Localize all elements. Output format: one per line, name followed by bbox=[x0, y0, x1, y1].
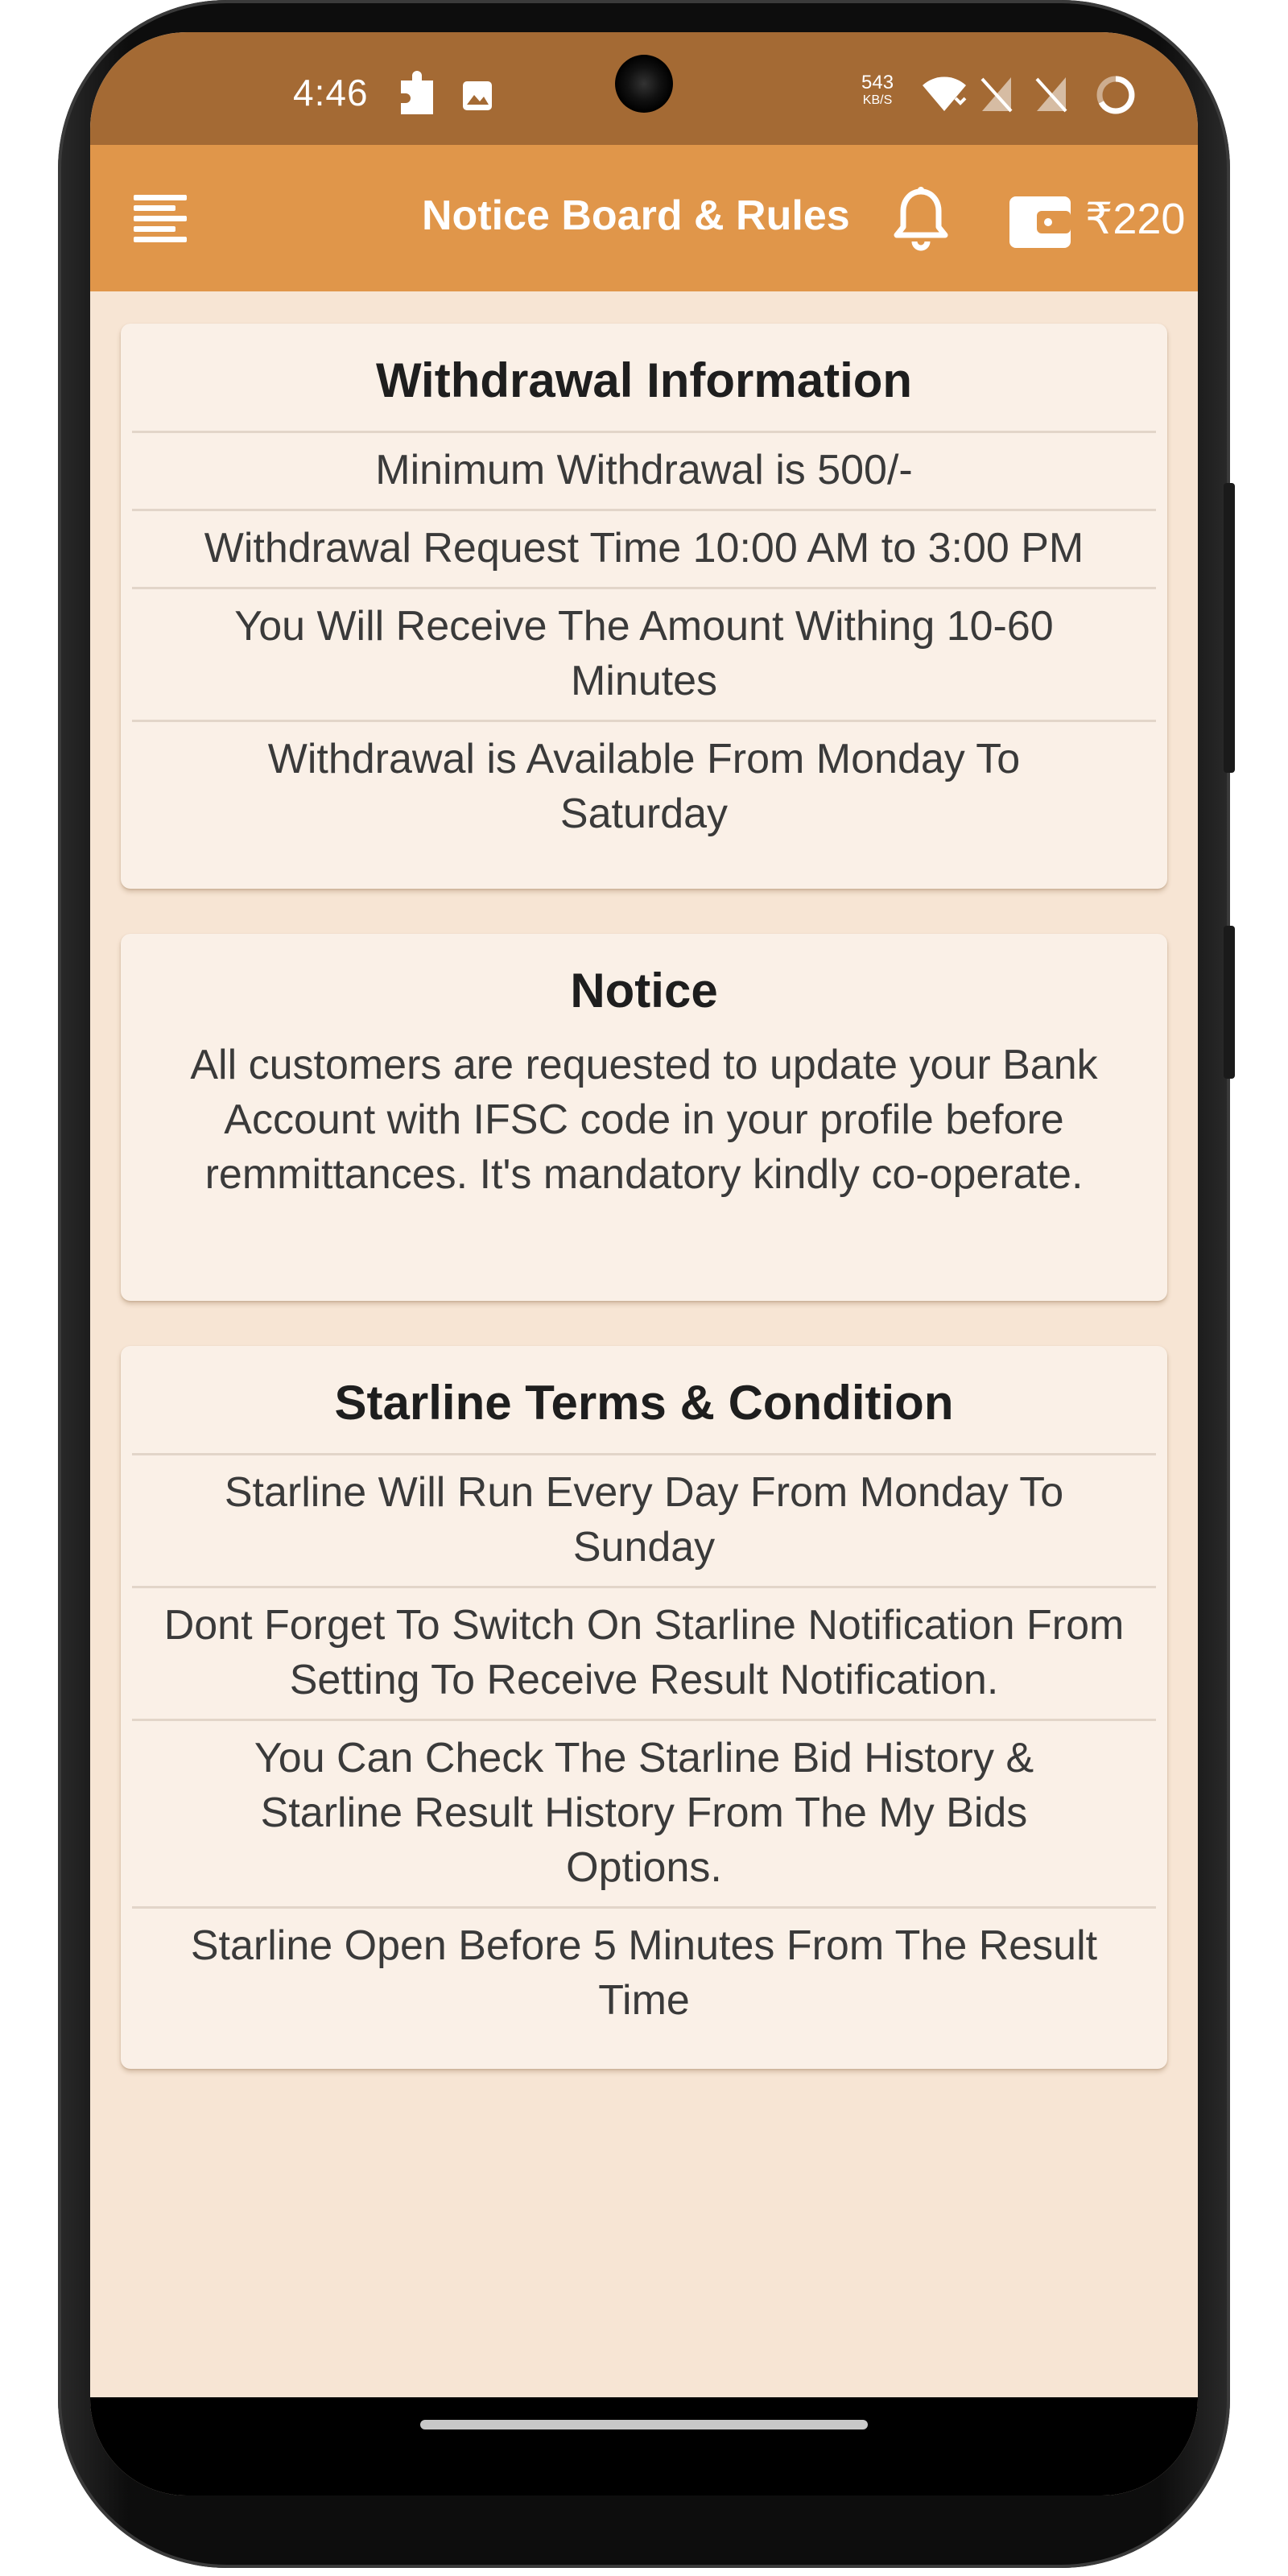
notice-body: All customers are requested to update yo… bbox=[190, 1042, 1098, 1198]
withdrawal-info-title: Withdrawal Information bbox=[375, 353, 913, 407]
menu-icon[interactable] bbox=[134, 195, 187, 245]
wallet-icon bbox=[1009, 196, 1071, 248]
withdrawal-rule: Minimum Withdrawal is 500/- bbox=[132, 431, 1156, 509]
net-speed-value: 543 bbox=[861, 72, 894, 93]
bell-icon[interactable] bbox=[889, 185, 953, 253]
withdrawal-rule: You Will Receive The Amount Withing 10-6… bbox=[132, 587, 1156, 720]
no-sim-icon bbox=[1035, 77, 1067, 113]
page-title: Notice Board & Rules bbox=[422, 192, 850, 239]
app-bar: Notice Board & Rules ₹220 bbox=[90, 145, 1198, 291]
image-icon bbox=[463, 81, 492, 110]
puzzle-icon bbox=[401, 71, 433, 114]
net-speed-unit: KB/S bbox=[862, 93, 893, 107]
starline-terms-card: Starline Terms & Condition Starline Will… bbox=[121, 1346, 1167, 2069]
withdrawal-rule: Withdrawal is Available From Monday To S… bbox=[132, 720, 1156, 852]
starline-rule: You Can Check The Starline Bid History &… bbox=[132, 1719, 1156, 1906]
phone-screen: 4:46 543 KB/S Notice Board & Rules ₹220 … bbox=[90, 32, 1198, 2496]
notice-title: Notice bbox=[570, 964, 718, 1018]
starline-rule: Starline Will Run Every Day From Monday … bbox=[132, 1453, 1156, 1586]
volume-button bbox=[1224, 483, 1235, 773]
status-bar: 4:46 543 KB/S bbox=[90, 32, 1198, 145]
status-time: 4:46 bbox=[293, 72, 369, 114]
withdrawal-info-card: Withdrawal Information Minimum Withdrawa… bbox=[121, 324, 1167, 889]
power-button bbox=[1224, 926, 1235, 1079]
wifi-icon bbox=[923, 76, 967, 111]
starline-rule: Starline Open Before 5 Minutes From The … bbox=[132, 1906, 1156, 2039]
withdrawal-rule: Withdrawal Request Time 10:00 AM to 3:00… bbox=[132, 509, 1156, 587]
front-camera bbox=[615, 55, 673, 113]
net-speed: 543 KB/S bbox=[861, 72, 894, 109]
notice-card: Notice All customers are requested to up… bbox=[121, 934, 1167, 1301]
no-sim-icon bbox=[980, 77, 1013, 113]
starline-rule: Dont Forget To Switch On Starline Notifi… bbox=[132, 1586, 1156, 1719]
battery-ring-icon bbox=[1096, 76, 1135, 114]
home-gesture-handle[interactable] bbox=[420, 2420, 868, 2429]
starline-terms-title: Starline Terms & Condition bbox=[334, 1376, 954, 1430]
system-nav-bar bbox=[90, 2397, 1198, 2496]
wallet-amount: ₹220 bbox=[1085, 195, 1186, 243]
